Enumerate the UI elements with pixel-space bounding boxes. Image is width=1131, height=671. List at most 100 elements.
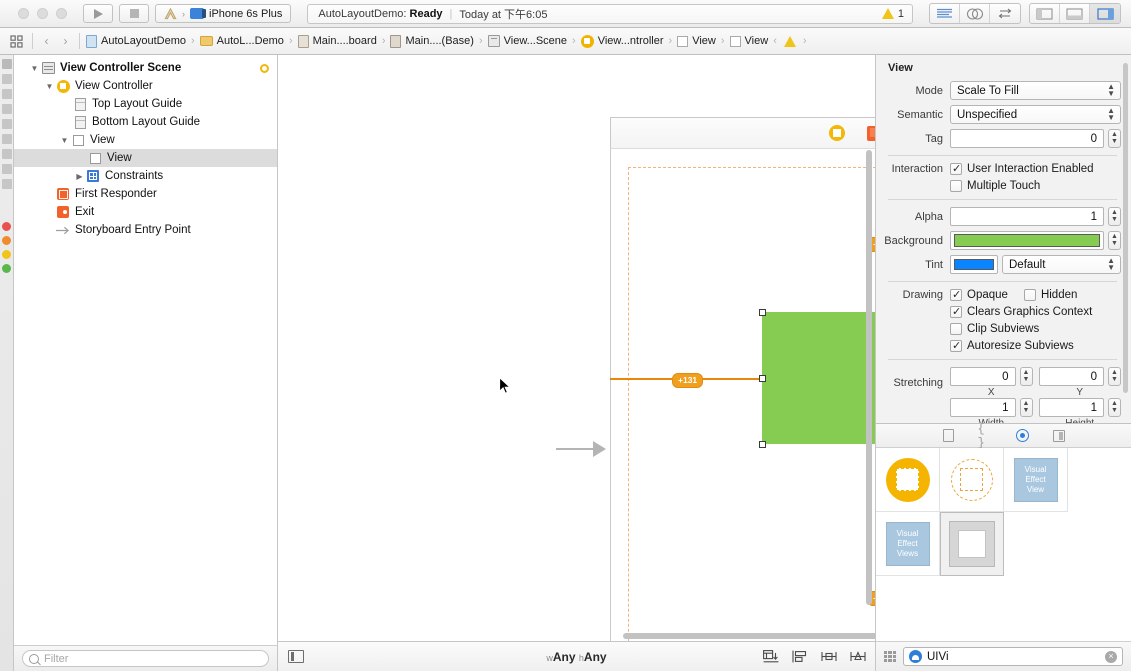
mode-popup[interactable]: Scale To Fill ▲ ▼ bbox=[950, 81, 1121, 100]
zoom-button[interactable] bbox=[56, 8, 67, 19]
autoresize-subviews-checkbox[interactable]: Autoresize Subviews bbox=[950, 339, 1074, 352]
breadcrumb-item-subview[interactable]: View bbox=[728, 35, 771, 47]
outline-row-subview[interactable]: View bbox=[14, 149, 277, 167]
canvas-vertical-scrollbar[interactable] bbox=[866, 150, 872, 605]
library-item-visual-effect-view[interactable]: Visual Effect View bbox=[1004, 448, 1068, 512]
stop-button[interactable] bbox=[119, 4, 149, 23]
clip-subviews-checkbox[interactable]: Clip Subviews bbox=[950, 323, 1039, 335]
alpha-input[interactable]: 1 bbox=[950, 207, 1104, 226]
tag-input[interactable]: 0 bbox=[950, 129, 1104, 148]
semantic-popup[interactable]: Unspecified ▲ ▼ bbox=[950, 105, 1121, 124]
library-item-view[interactable] bbox=[876, 448, 940, 512]
standard-editor-button[interactable] bbox=[930, 4, 960, 23]
resize-handle-top-left[interactable] bbox=[759, 309, 766, 316]
navigator-selector-strip[interactable] bbox=[0, 55, 14, 671]
breadcrumb-item-view[interactable]: View bbox=[675, 35, 718, 47]
stretch-x-stepper[interactable]: ▲ ▼ bbox=[1019, 367, 1033, 386]
forward-button[interactable]: › bbox=[56, 34, 75, 48]
breadcrumb-item-storyboard-base[interactable]: Main....(Base) bbox=[388, 34, 475, 48]
outline-row-first-responder[interactable]: First Responder bbox=[14, 185, 277, 203]
issue-navigator-icon[interactable] bbox=[1, 119, 12, 129]
outline-row-top-layout-guide[interactable]: Top Layout Guide bbox=[14, 95, 277, 113]
tint-popup[interactable]: Default ▲ ▼ bbox=[1002, 255, 1121, 274]
outline-row-view[interactable]: ▼ View bbox=[14, 131, 277, 149]
canvas[interactable]: +127 +131 +189 +285 bbox=[278, 55, 875, 641]
related-items-button[interactable] bbox=[4, 34, 28, 48]
stretch-y-input[interactable]: 0 bbox=[1038, 367, 1104, 386]
hidden-checkbox[interactable]: Hidden bbox=[1023, 289, 1077, 301]
stretch-height-stepper[interactable]: ▲ ▼ bbox=[1108, 398, 1121, 417]
source-control-navigator-icon[interactable] bbox=[1, 74, 12, 84]
library-filter-input[interactable]: UIVi × bbox=[903, 647, 1123, 666]
filter-input[interactable]: Filter bbox=[22, 650, 269, 667]
background-popup-arrows[interactable]: ▲ ▼ bbox=[1108, 231, 1121, 250]
issue-nav-back[interactable]: ‹ bbox=[773, 35, 777, 47]
grid-view-icon[interactable] bbox=[884, 650, 896, 663]
clear-icon[interactable]: × bbox=[1105, 650, 1117, 663]
outline-row-exit[interactable]: Exit bbox=[14, 203, 277, 221]
breadcrumb-item-group[interactable]: AutoL...Demo bbox=[198, 35, 286, 47]
alpha-stepper[interactable]: ▲ ▼ bbox=[1108, 207, 1121, 226]
stretch-x-input[interactable]: 0 bbox=[950, 367, 1016, 386]
opaque-checkbox[interactable]: Opaque bbox=[950, 288, 1008, 301]
background-color-well[interactable] bbox=[950, 231, 1104, 250]
library-item-visual-effect-views[interactable]: Visual Effect Views bbox=[876, 512, 940, 576]
find-navigator-icon[interactable] bbox=[1, 104, 12, 114]
disclosure-triangle-icon[interactable]: ▼ bbox=[58, 136, 71, 145]
breakpoint-navigator-icon[interactable] bbox=[1, 164, 12, 174]
inspector-scrollbar[interactable] bbox=[1123, 63, 1128, 393]
resize-handle-middle-left[interactable] bbox=[759, 375, 766, 382]
run-button[interactable] bbox=[83, 4, 113, 23]
selected-view[interactable] bbox=[762, 312, 875, 444]
outline-row-bottom-layout-guide[interactable]: Bottom Layout Guide bbox=[14, 113, 277, 131]
stretch-width-input[interactable]: 1 bbox=[950, 398, 1016, 417]
test-navigator-icon[interactable] bbox=[1, 134, 12, 144]
breadcrumb-item-view-controller[interactable]: View...ntroller bbox=[579, 34, 666, 48]
canvas-horizontal-scrollbar[interactable] bbox=[623, 633, 875, 639]
tab-object-library[interactable] bbox=[1015, 428, 1030, 443]
back-button[interactable]: ‹ bbox=[37, 34, 56, 48]
toggle-navigator-button[interactable] bbox=[1030, 4, 1060, 23]
size-class-indicator[interactable]: wAny hAny bbox=[278, 650, 875, 664]
report-navigator-icon[interactable] bbox=[1, 179, 12, 189]
stretch-width-stepper[interactable]: ▲ ▼ bbox=[1019, 398, 1033, 417]
user-interaction-checkbox[interactable]: User Interaction Enabled bbox=[950, 162, 1094, 175]
jumpbar-warning-icon[interactable] bbox=[783, 35, 796, 47]
leading-constraint-badge[interactable]: +131 bbox=[672, 373, 704, 388]
tint-color-well[interactable] bbox=[950, 255, 998, 274]
tab-media-library[interactable] bbox=[1052, 428, 1067, 443]
scheme-selector[interactable]: › iPhone 6s Plus bbox=[155, 4, 292, 23]
breadcrumb-item-project[interactable]: AutoLayoutDemo bbox=[84, 34, 188, 48]
assistant-editor-button[interactable] bbox=[960, 4, 990, 23]
version-editor-button[interactable] bbox=[990, 4, 1020, 23]
multiple-touch-checkbox[interactable]: Multiple Touch bbox=[950, 180, 1040, 192]
clears-graphics-context-checkbox[interactable]: Clears Graphics Context bbox=[950, 305, 1092, 318]
project-navigator-icon[interactable] bbox=[1, 59, 12, 69]
breadcrumb-item-scene[interactable]: View...Scene bbox=[486, 35, 569, 47]
tag-stepper[interactable]: ▲ ▼ bbox=[1108, 129, 1121, 148]
issue-nav-forward[interactable]: › bbox=[803, 35, 807, 47]
resize-handle-bottom-left[interactable] bbox=[759, 441, 766, 448]
library-item-container-view[interactable] bbox=[940, 512, 1004, 576]
disclosure-triangle-icon[interactable]: ▼ bbox=[28, 64, 41, 73]
warning-indicator[interactable]: 1 bbox=[881, 8, 904, 20]
minimize-button[interactable] bbox=[37, 8, 48, 19]
stretch-y-stepper[interactable]: ▲ ▼ bbox=[1108, 367, 1121, 386]
debug-navigator-icon[interactable] bbox=[1, 149, 12, 159]
outline-row-view-controller-scene[interactable]: ▼ View Controller Scene bbox=[14, 59, 277, 77]
tab-code-snippet-library[interactable]: { } bbox=[978, 422, 993, 450]
dock-first-responder-icon[interactable] bbox=[867, 125, 875, 141]
outline-row-constraints[interactable]: ▶ Constraints bbox=[14, 167, 277, 185]
outline-row-storyboard-entry-point[interactable]: Storyboard Entry Point bbox=[14, 221, 277, 239]
stretch-height-input[interactable]: 1 bbox=[1038, 398, 1104, 417]
symbol-navigator-icon[interactable] bbox=[1, 89, 12, 99]
editor-mode-segmented[interactable] bbox=[929, 3, 1021, 24]
library-item-view-dashed[interactable] bbox=[940, 448, 1004, 512]
toggle-debug-button[interactable] bbox=[1060, 4, 1090, 23]
dock-view-controller-icon[interactable] bbox=[829, 125, 845, 141]
outline-row-view-controller[interactable]: ▼ View Controller bbox=[14, 77, 277, 95]
disclosure-triangle-icon[interactable]: ▶ bbox=[73, 172, 86, 181]
close-button[interactable] bbox=[18, 8, 29, 19]
tab-file-template-library[interactable] bbox=[941, 428, 956, 443]
toggle-utilities-button[interactable] bbox=[1090, 4, 1120, 23]
